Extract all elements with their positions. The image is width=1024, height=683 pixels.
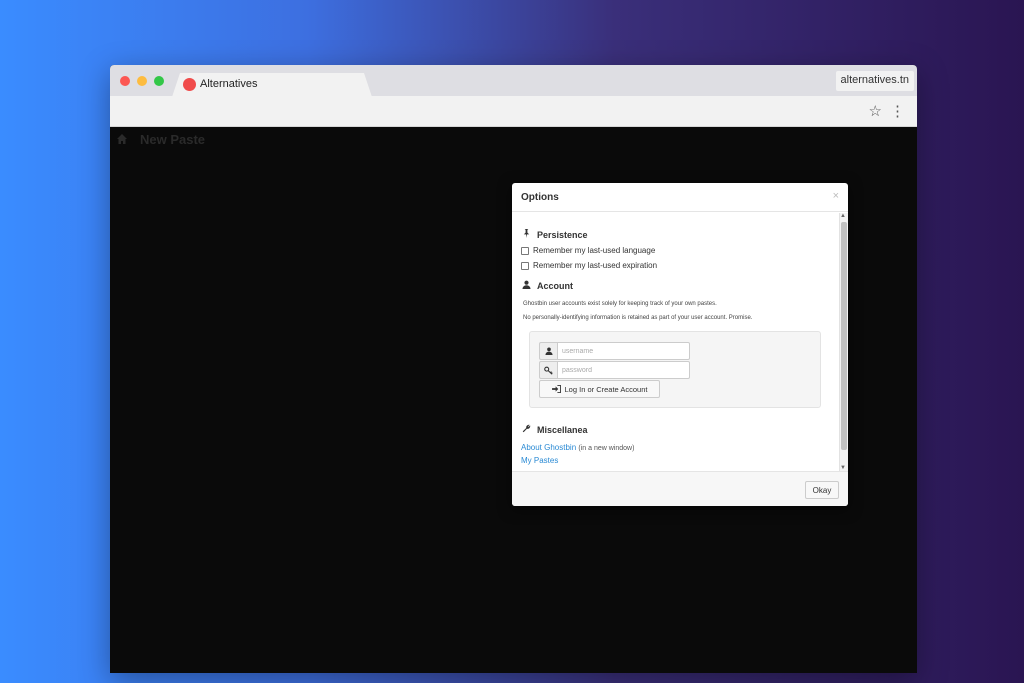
key-icon — [539, 361, 557, 379]
options-modal: Options × Persistence Remember my last-u… — [512, 183, 848, 506]
scroll-thumb[interactable] — [841, 222, 847, 450]
modal-title: Options — [521, 192, 559, 203]
login-button[interactable]: Log In or Create Account — [539, 380, 660, 398]
username-input[interactable] — [557, 342, 690, 360]
sign-in-icon — [551, 385, 561, 393]
maximize-window-button[interactable] — [154, 76, 164, 86]
miscellanea-heading-label: Miscellanea — [537, 424, 588, 435]
about-ghostbin-link[interactable]: About Ghostbin — [521, 443, 576, 452]
login-form: Log In or Create Account — [529, 331, 821, 408]
browser-toolbar: ☆ ⋮ — [110, 96, 917, 127]
my-pastes-row: My Pastes — [521, 456, 558, 465]
scroll-up-icon[interactable]: ▲ — [840, 213, 846, 219]
minimize-window-button[interactable] — [137, 76, 147, 86]
persistence-heading: Persistence — [522, 229, 588, 240]
remember-language-option[interactable]: Remember my last-used language — [521, 246, 655, 255]
my-pastes-link[interactable]: My Pastes — [521, 456, 558, 465]
remember-expiration-option[interactable]: Remember my last-used expiration — [521, 261, 657, 270]
account-heading: Account — [522, 280, 573, 291]
okay-button[interactable]: Okay — [805, 481, 839, 499]
tab-title: Alternatives — [200, 78, 258, 90]
login-button-label: Log In or Create Account — [564, 384, 648, 394]
persistence-heading-label: Persistence — [537, 229, 588, 240]
modal-scrollbar[interactable]: ▲ ▼ — [839, 213, 848, 471]
about-row: About Ghostbin (in a new window) — [521, 443, 634, 452]
password-input[interactable] — [557, 361, 690, 379]
remember-expiration-label: Remember my last-used expiration — [533, 261, 658, 270]
miscellanea-heading: Miscellanea — [522, 424, 588, 435]
close-icon[interactable]: × — [833, 190, 839, 202]
account-info-line-1: Ghostbin user accounts exist solely for … — [523, 301, 717, 307]
favicon-icon — [183, 78, 196, 91]
star-icon[interactable]: ☆ — [869, 102, 882, 120]
password-group — [539, 361, 690, 379]
username-group — [539, 342, 690, 360]
pin-icon — [522, 229, 534, 240]
close-window-button[interactable] — [120, 76, 130, 86]
modal-footer: Okay — [512, 471, 848, 506]
remember-expiration-checkbox[interactable] — [521, 261, 529, 270]
home-icon[interactable] — [116, 133, 128, 145]
account-info-line-2: No personally-identifying information is… — [523, 315, 753, 321]
page-title[interactable]: New Paste — [140, 132, 205, 147]
modal-header: Options × — [512, 183, 848, 212]
browser-tab[interactable]: Alternatives — [172, 73, 372, 97]
modal-body: Persistence Remember my last-used langua… — [512, 213, 848, 471]
remember-language-checkbox[interactable] — [521, 246, 529, 255]
remember-language-label: Remember my last-used language — [533, 246, 656, 255]
user-icon — [522, 280, 534, 291]
kebab-menu-icon[interactable]: ⋮ — [890, 102, 905, 120]
title-bar: Alternatives alternatives.tn — [110, 65, 917, 97]
account-heading-label: Account — [537, 280, 573, 291]
about-note: (in a new window) — [578, 445, 635, 452]
url-label[interactable]: alternatives.tn — [835, 71, 914, 91]
user-icon — [539, 342, 557, 360]
wrench-icon — [522, 424, 534, 435]
